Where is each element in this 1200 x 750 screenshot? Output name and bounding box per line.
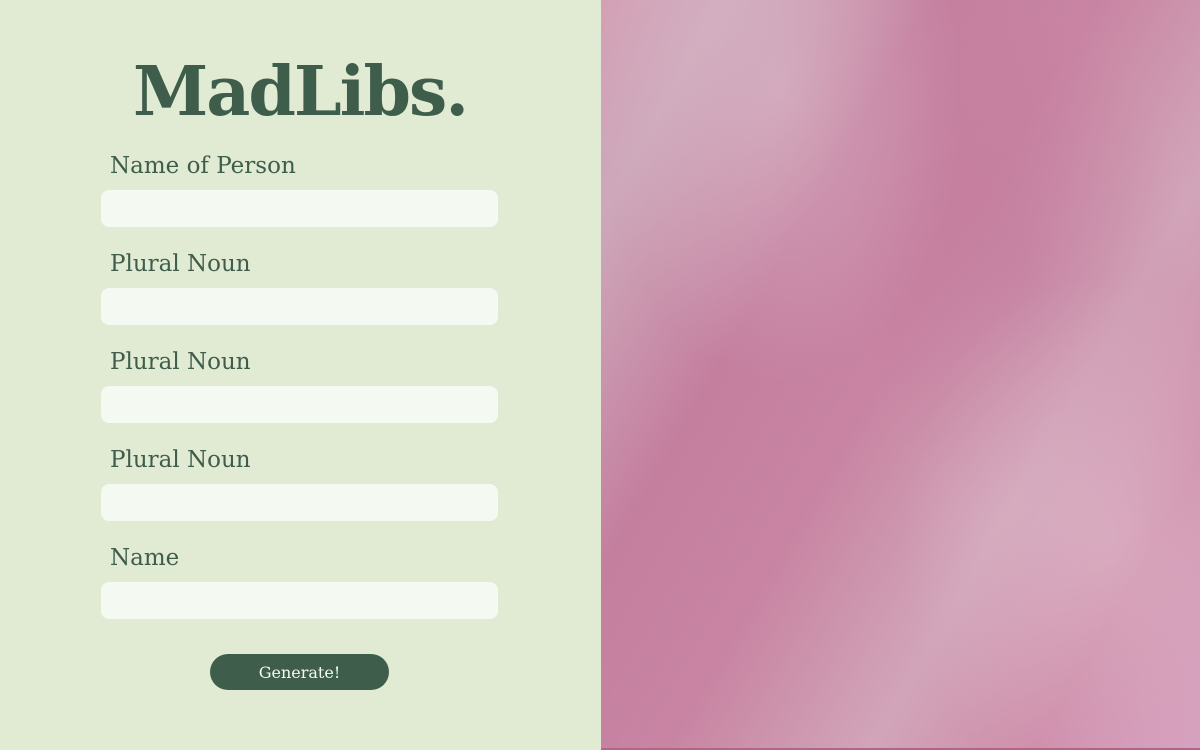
field-label: Plural Noun — [110, 251, 251, 277]
decorative-pink-panel — [601, 0, 1200, 750]
app-title: MadLibs. — [132, 52, 469, 132]
name-input[interactable] — [101, 582, 498, 619]
field-label: Name — [110, 545, 180, 571]
generate-button[interactable]: Generate! — [210, 654, 389, 690]
field-label: Plural Noun — [110, 349, 251, 375]
form-panel: MadLibs. Name of Person Plural Noun Plur… — [0, 0, 601, 750]
plural-noun-input-1[interactable] — [101, 288, 498, 325]
plural-noun-input-2[interactable] — [101, 386, 498, 423]
plural-noun-input-3[interactable] — [101, 484, 498, 521]
field-label: Plural Noun — [110, 447, 251, 473]
name-of-person-input[interactable] — [101, 190, 498, 227]
field-label: Name of Person — [110, 153, 296, 179]
